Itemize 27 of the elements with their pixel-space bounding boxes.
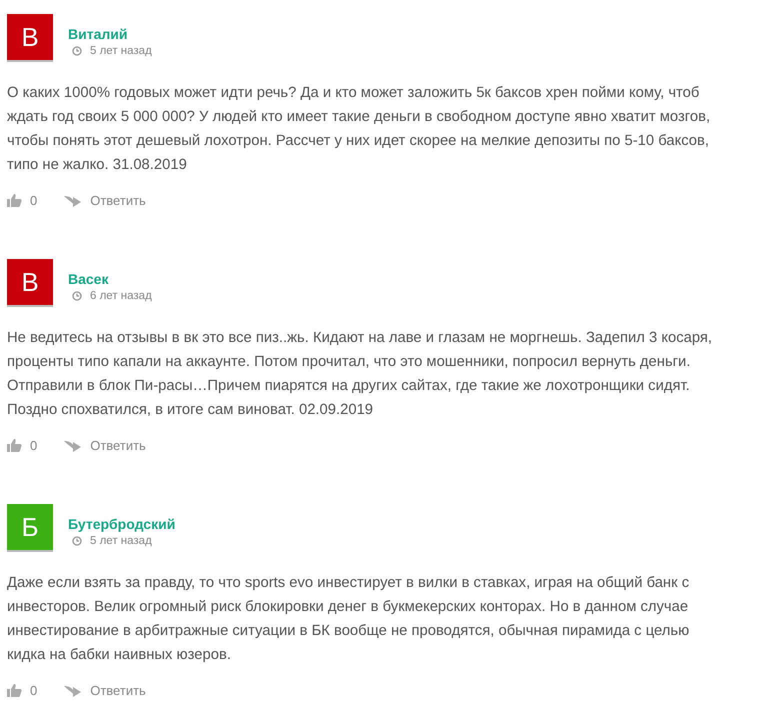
comment-text: Не ведитесь на отзывы в вк это все пиз..жь. Кидают на лаве и глазам не моргнешь. Задепил 3 косаря, проценты типо капали на аккаунте. Потом прочитал, что это мошенники, попросил вернуть деньги. Отправили в блок Пи-расы…Причем пиарятся на других сайтах, где такие же лохотронщики сидят. Поздно спохватился, в итоге сам виноват. 02.09.2019	[7, 329, 714, 420]
thumbs-up-icon[interactable]	[7, 683, 23, 697]
reply-link[interactable]: Ответить	[64, 192, 146, 208]
thumbs-up-icon[interactable]	[7, 193, 23, 207]
reply-link[interactable]: Ответить	[64, 438, 146, 452]
author-name[interactable]: Васек	[68, 271, 152, 287]
reply-arrow-icon	[64, 438, 82, 452]
clock-icon	[72, 536, 82, 546]
timestamp: 6 лет назад	[90, 290, 152, 302]
avatar: В	[7, 14, 53, 62]
timestamp: 5 лет назад	[90, 535, 152, 547]
like-count: 0	[30, 438, 38, 452]
avatar: В	[7, 259, 53, 307]
like-count: 0	[30, 682, 38, 698]
timestamp: 5 лет назад	[90, 45, 152, 57]
clock-icon	[72, 291, 82, 301]
reply-arrow-icon	[64, 194, 82, 206]
comment-text: Даже если взять за правду, то что sports evo инвестирует в вилки в ставках, играя на общий банк с инвесторов. Велик огромный риск блокировки денег в букмекерских конторах. Но в данном случае инвестирование в арбитражные ситуации в БК вообще не проводятся, обычная пирамида с целью кидка на бабки наивных юзеров.	[7, 574, 690, 665]
reply-arrow-icon	[64, 684, 82, 696]
avatar: Б	[7, 504, 53, 552]
reply-link[interactable]: Ответить	[64, 682, 146, 698]
author-name[interactable]: Виталий	[68, 26, 152, 42]
author-name[interactable]: Бутербродский	[68, 516, 176, 532]
like-count: 0	[30, 192, 38, 208]
comment-text: О каких 1000% годовых может идти речь? Да и кто может заложить 5к баксов хрен пойми кому, чтоб ждать год своих 5 000 000? У людей кто имеет такие деньги в свободном доступе явно хватит мозгов, чтобы понять этот дешевый лохотрон. Рассчет у них идет скорее на мелкие депозиты по 5-10 баксов, типо не жалко. 31.08.2019	[7, 84, 712, 175]
clock-icon	[72, 46, 82, 56]
thumbs-up-icon[interactable]	[7, 438, 23, 452]
